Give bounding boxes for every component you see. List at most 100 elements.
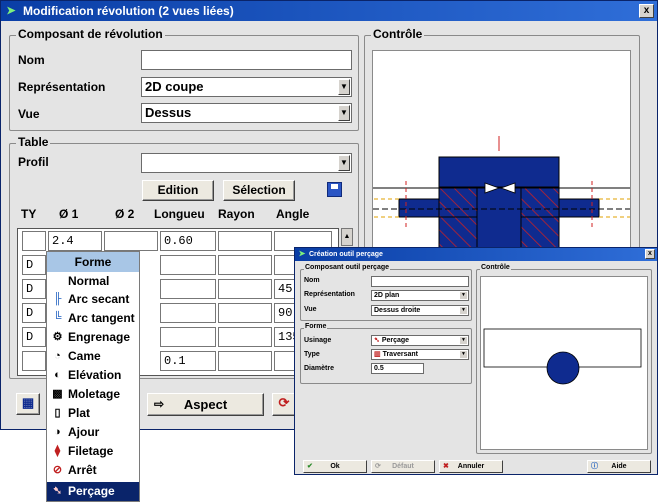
edition-button[interactable]: Edition bbox=[142, 180, 214, 201]
dialog-representation-label: Représentation bbox=[304, 291, 355, 298]
menu-item-normal[interactable]: Normal bbox=[47, 272, 139, 291]
refresh-button[interactable]: ⟳ bbox=[272, 393, 296, 416]
drill-icon: ➷ bbox=[52, 485, 63, 497]
defaut-label: Défaut bbox=[392, 463, 414, 470]
dialog-controle-canvas[interactable] bbox=[480, 276, 648, 450]
close-button[interactable]: x bbox=[639, 4, 654, 18]
refresh-icon: ⟳ bbox=[278, 395, 290, 410]
menu-item-came[interactable]: ◔ Came bbox=[47, 347, 139, 366]
dialog-diametre-input[interactable]: 0.5 bbox=[371, 363, 424, 374]
table-icon-button[interactable]: ▦ bbox=[16, 393, 40, 415]
chevron-down-icon[interactable]: ▼ bbox=[460, 292, 467, 299]
menu-item-arc-tangent[interactable]: ╚ Arc tangent bbox=[47, 309, 139, 328]
drill-preview bbox=[483, 328, 642, 385]
cell-d1[interactable]: 2.4 bbox=[48, 231, 102, 251]
menu-item-filetage[interactable]: ⧫ Filetage bbox=[47, 442, 139, 461]
profil-select[interactable]: ▼ bbox=[141, 153, 352, 173]
menu-item-percage[interactable]: ➷ Perçage bbox=[47, 482, 139, 501]
chevron-down-icon[interactable]: ▼ bbox=[338, 79, 350, 95]
main-title: Modification révolution (2 vues liées) bbox=[23, 4, 234, 18]
cell-ty[interactable] bbox=[22, 351, 46, 371]
cell-rayon[interactable] bbox=[218, 351, 272, 371]
cell-ty[interactable]: D bbox=[22, 303, 46, 323]
cell-ty[interactable]: D bbox=[22, 327, 46, 347]
menu-item-label: Came bbox=[68, 349, 101, 363]
nom-input[interactable] bbox=[141, 50, 352, 70]
dialog-usinage-label: Usinage bbox=[304, 337, 332, 344]
chevron-down-icon[interactable]: ▼ bbox=[460, 337, 467, 344]
dialog-nom-input[interactable] bbox=[371, 276, 469, 287]
vue-value: Dessus bbox=[145, 105, 192, 120]
menu-item-ajour[interactable]: ◑ Ajour bbox=[47, 423, 139, 442]
elevation-icon: ◐ bbox=[54, 369, 61, 381]
check-icon: ✔ bbox=[307, 463, 313, 470]
cell-ty[interactable]: D bbox=[22, 255, 46, 275]
table-scroll-up[interactable]: ▲ bbox=[341, 228, 353, 246]
menu-item-arret[interactable]: ⊘ Arrêt bbox=[47, 461, 139, 480]
selection-button[interactable]: Sélection bbox=[223, 180, 295, 201]
ok-button[interactable]: ✔ Ok bbox=[303, 460, 367, 473]
representation-value: 2D coupe bbox=[145, 79, 204, 94]
dialog-close-button[interactable]: x bbox=[645, 249, 655, 259]
aide-label: Aide bbox=[611, 463, 627, 470]
menu-item-arc-secant[interactable]: ╟ Arc secant bbox=[47, 290, 139, 309]
cell-rayon[interactable] bbox=[218, 279, 272, 299]
cell-ty[interactable]: D bbox=[22, 279, 46, 299]
cell-longueur[interactable] bbox=[160, 327, 216, 347]
table-row[interactable]: 2.4 0.60 bbox=[18, 229, 338, 253]
annuler-button[interactable]: ✖ Annuler bbox=[439, 460, 503, 473]
representation-select[interactable]: 2D coupe ▼ bbox=[141, 77, 352, 97]
cell-ty[interactable] bbox=[22, 231, 46, 251]
menu-item-label: Arc tangent bbox=[68, 311, 135, 325]
aspect-label: Aspect bbox=[183, 397, 228, 412]
cell-rayon[interactable] bbox=[218, 303, 272, 323]
table-icon: ▦ bbox=[21, 395, 35, 410]
arc-secant-icon: ╟ bbox=[53, 293, 62, 305]
menu-item-label: Perçage bbox=[68, 484, 115, 498]
cell-longueur[interactable]: 0.1 bbox=[160, 351, 216, 371]
defaut-button[interactable]: ⟳ Défaut bbox=[371, 460, 435, 473]
menu-item-label: Elévation bbox=[68, 368, 122, 382]
chevron-down-icon[interactable]: ▼ bbox=[338, 105, 350, 121]
save-icon[interactable] bbox=[327, 182, 342, 197]
menu-item-label: Filetage bbox=[68, 444, 114, 458]
chevron-down-icon[interactable]: ▼ bbox=[460, 351, 467, 358]
chevron-down-icon[interactable]: ▼ bbox=[338, 155, 350, 171]
aspect-button[interactable]: ⇨ Aspect bbox=[147, 393, 264, 416]
cell-longueur[interactable] bbox=[160, 279, 216, 299]
main-title-bar[interactable]: ➤ Modification révolution (2 vues liées)… bbox=[1, 1, 657, 21]
chevron-down-icon[interactable]: ▼ bbox=[460, 307, 467, 314]
controle-group-title: Contrôle bbox=[371, 27, 425, 41]
cell-rayon[interactable] bbox=[218, 255, 272, 275]
cell-rayon[interactable] bbox=[218, 327, 272, 347]
representation-label: Représentation bbox=[18, 80, 106, 94]
menu-item-moletage[interactable]: ▩ Moletage bbox=[47, 385, 139, 404]
dialog-usinage-select[interactable]: ➷ Perçage ▼ bbox=[371, 335, 469, 346]
forme-menu[interactable]: Forme Normal ╟ Arc secant ╚ Arc tangent … bbox=[46, 251, 140, 502]
info-icon: ⓘ bbox=[591, 463, 598, 470]
arrow-right-icon: ⇨ bbox=[154, 397, 165, 411]
cell-d2[interactable] bbox=[104, 231, 158, 251]
menu-item-plat[interactable]: ▯ Plat bbox=[47, 404, 139, 423]
cell-longueur[interactable] bbox=[160, 303, 216, 323]
ok-label: Ok bbox=[330, 463, 340, 470]
menu-item-elevation[interactable]: ◐ Elévation bbox=[47, 366, 139, 385]
dialog-vue-value: Dessus droite bbox=[374, 307, 421, 314]
col-d1: Ø 1 bbox=[59, 207, 79, 221]
cell-rayon[interactable] bbox=[218, 231, 272, 251]
dialog-controle-title: Contrôle bbox=[480, 264, 511, 271]
cell-longueur[interactable] bbox=[160, 255, 216, 275]
flat-icon: ▯ bbox=[54, 407, 61, 419]
dialog-representation-select[interactable]: 2D plan ▼ bbox=[371, 290, 469, 301]
cell-longueur[interactable]: 0.60 bbox=[160, 231, 216, 251]
col-ty: TY bbox=[21, 207, 37, 221]
menu-item-label: Normal bbox=[68, 274, 110, 288]
vue-select[interactable]: Dessus ▼ bbox=[141, 103, 352, 123]
dialog-type-select[interactable]: ▥ Traversant ▼ bbox=[371, 349, 469, 360]
drill-icon: ➷ bbox=[374, 337, 382, 344]
dialog-title-bar[interactable]: ➤ Création outil perçage x bbox=[295, 248, 657, 261]
dialog-vue-select[interactable]: Dessus droite ▼ bbox=[371, 305, 469, 316]
aide-button[interactable]: ⓘ Aide bbox=[587, 460, 651, 473]
menu-item-engrenage[interactable]: ⚙ Engrenage bbox=[47, 328, 139, 347]
refresh-icon: ⟳ bbox=[375, 463, 381, 470]
